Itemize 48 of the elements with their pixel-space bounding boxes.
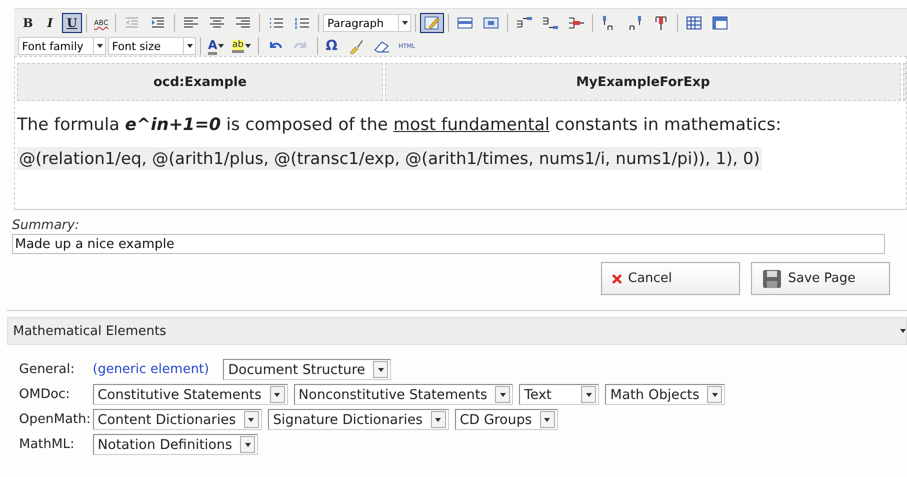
- table-header-cell: MyExampleForExp: [385, 63, 901, 101]
- underline-button[interactable]: U: [62, 13, 82, 33]
- category-label: General:: [19, 362, 76, 377]
- caret-icon: [712, 392, 718, 396]
- save-button[interactable]: Save Page: [751, 262, 890, 295]
- element-dropdown[interactable]: Text: [519, 384, 600, 405]
- caret-icon: [586, 392, 592, 396]
- category-label: MathML:: [19, 437, 76, 452]
- summary-label: Summary:: [12, 218, 80, 233]
- caret-icon: [274, 392, 280, 396]
- special-character-button[interactable]: Ω: [322, 36, 342, 56]
- caret-icon: [244, 442, 251, 446]
- close-icon: [612, 274, 622, 284]
- caret-icon: [96, 44, 102, 48]
- category-label: OMDoc:: [19, 387, 71, 402]
- formula-text: @(relation1/eq, @(arith1/plus, @(transc1/exp, @(arith1/times, nums1/i, nums1/pi)), 1), 0): [17, 147, 762, 170]
- caret-icon: [900, 329, 906, 333]
- format-dropdown[interactable]: Paragraph: [323, 14, 412, 32]
- caret-icon: [500, 392, 506, 396]
- caret-icon: [402, 21, 408, 25]
- category-label: OpenMath:: [19, 412, 91, 427]
- italic-button[interactable]: I: [40, 13, 60, 33]
- element-dropdown[interactable]: Constitutive Statements: [92, 384, 288, 405]
- caret-icon: [186, 44, 192, 48]
- element-dropdown[interactable]: Document Structure: [223, 359, 392, 380]
- element-dropdown[interactable]: CD Groups: [454, 409, 558, 430]
- caret-icon: [218, 44, 224, 48]
- bold-button[interactable]: B: [18, 13, 38, 33]
- element-dropdown[interactable]: Signature Dictionaries: [268, 409, 449, 430]
- element-dropdown[interactable]: Math Objects: [605, 384, 726, 405]
- caret-icon: [248, 418, 254, 422]
- element-dropdown[interactable]: Notation Definitions: [92, 434, 258, 455]
- element-dropdown[interactable]: Nonconstitutive Statements: [294, 384, 514, 405]
- paragraph-text: The formula e^in+1=0 is composed of the most fundamental constants in mathematics:: [17, 115, 782, 135]
- element-link[interactable]: (generic element): [92, 362, 210, 377]
- table-header-cell: ocd:Example: [17, 63, 383, 101]
- element-dropdown[interactable]: Content Dictionaries: [92, 409, 262, 430]
- panel-header[interactable]: Mathematical Elements: [7, 317, 907, 345]
- caret-icon: [244, 44, 251, 48]
- caret-icon: [544, 418, 550, 422]
- format-dropdown[interactable]: Font size: [108, 37, 196, 55]
- caret-icon: [378, 368, 384, 372]
- highlight-button[interactable]: ab: [229, 36, 254, 56]
- edit-icon[interactable]: [420, 13, 444, 33]
- summary-input[interactable]: Made up a nice example: [12, 234, 885, 254]
- format-dropdown[interactable]: Font family: [18, 37, 106, 55]
- caret-icon: [435, 418, 442, 422]
- cancel-button[interactable]: Cancel: [601, 262, 740, 295]
